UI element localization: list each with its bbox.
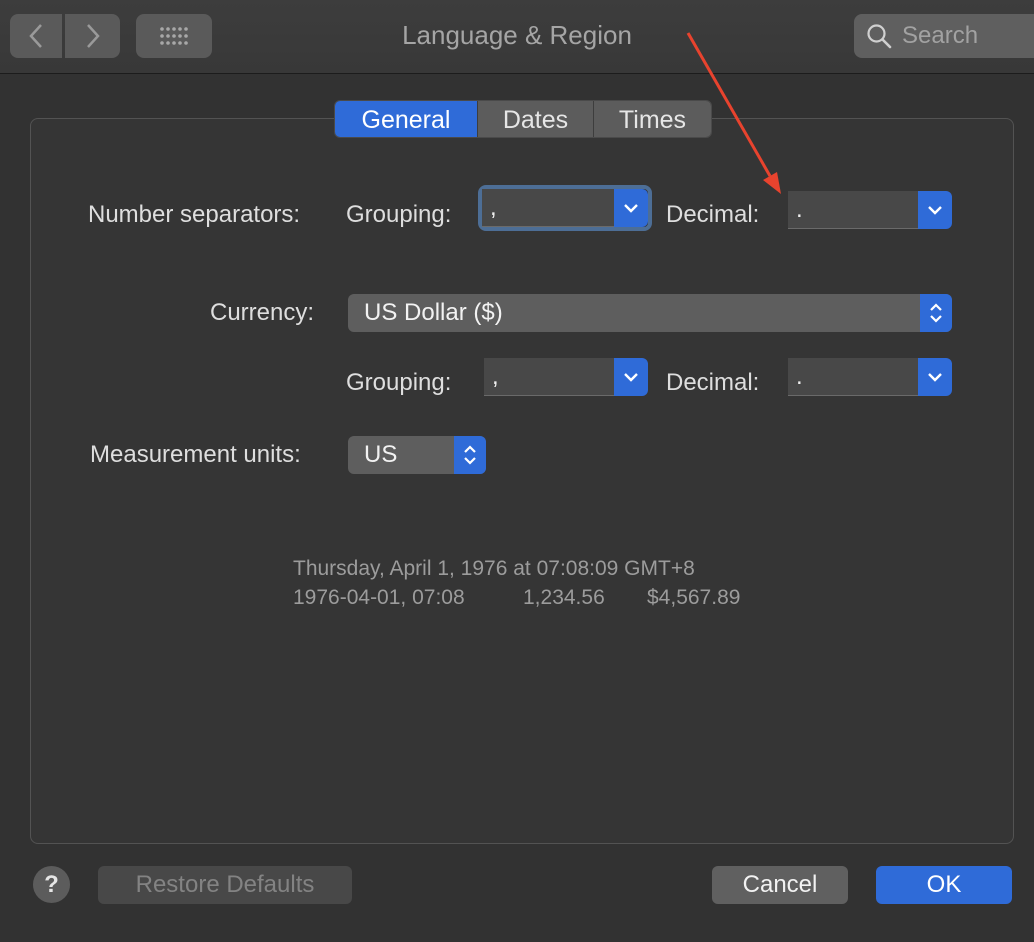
measurement-units-label: Measurement units: (90, 441, 301, 468)
search-field[interactable] (854, 14, 1034, 58)
number-grouping-dropdown-button[interactable] (614, 189, 648, 227)
chevron-down-icon (624, 204, 638, 213)
number-separators-label: Number separators: (88, 201, 301, 228)
restore-defaults-button[interactable]: Restore Defaults (98, 866, 352, 904)
currency-label: Currency: (210, 299, 315, 326)
search-input[interactable] (902, 22, 1034, 50)
currency-decimal-dropdown-button[interactable] (918, 358, 952, 396)
number-decimal-combo[interactable]: . (788, 191, 952, 229)
currency-decimal-combo[interactable]: . (788, 358, 952, 396)
sample-number: 1,234.56 (523, 586, 605, 609)
chevron-down-icon (928, 206, 942, 215)
sample-short-date: 1976-04-01, 07:08 (293, 586, 465, 609)
currency-stepper-button[interactable] (920, 294, 952, 332)
currency-grouping-label: Grouping: (346, 369, 452, 396)
tab-bar: General Dates Times (334, 100, 712, 138)
number-grouping-field[interactable]: , (482, 189, 614, 227)
measurement-units-popup[interactable]: US (348, 436, 486, 474)
chevron-down-icon (624, 373, 638, 382)
number-decimal-field[interactable]: . (788, 191, 918, 229)
ok-button[interactable]: OK (876, 866, 1012, 904)
currency-grouping-combo[interactable]: , (484, 358, 648, 396)
grouping-label: Grouping: (346, 201, 452, 228)
number-decimal-dropdown-button[interactable] (918, 191, 952, 229)
currency-grouping-dropdown-button[interactable] (614, 358, 648, 396)
currency-value: US Dollar ($) (364, 299, 503, 326)
up-down-chevron-icon (464, 445, 476, 465)
up-down-chevron-icon (930, 303, 942, 323)
tab-general[interactable]: General (335, 101, 477, 137)
sample-currency: $4,567.89 (647, 586, 741, 609)
search-icon (867, 24, 892, 49)
help-button[interactable]: ? (33, 866, 70, 903)
tab-dates[interactable]: Dates (477, 101, 593, 137)
measurement-units-value: US (364, 441, 398, 468)
currency-popup[interactable]: US Dollar ($) (348, 294, 952, 332)
cancel-button[interactable]: Cancel (712, 866, 848, 904)
chevron-down-icon (928, 373, 942, 382)
number-grouping-combo[interactable]: , (478, 185, 652, 231)
currency-decimal-label: Decimal: (666, 369, 760, 396)
currency-decimal-field[interactable]: . (788, 358, 918, 396)
currency-grouping-field[interactable]: , (484, 358, 614, 396)
toolbar: Language & Region (0, 0, 1034, 74)
measurement-stepper-button[interactable] (454, 436, 486, 474)
tab-times[interactable]: Times (593, 101, 711, 137)
decimal-label: Decimal: (666, 201, 760, 228)
sample-long-date: Thursday, April 1, 1976 at 07:08:09 GMT+… (293, 557, 695, 580)
